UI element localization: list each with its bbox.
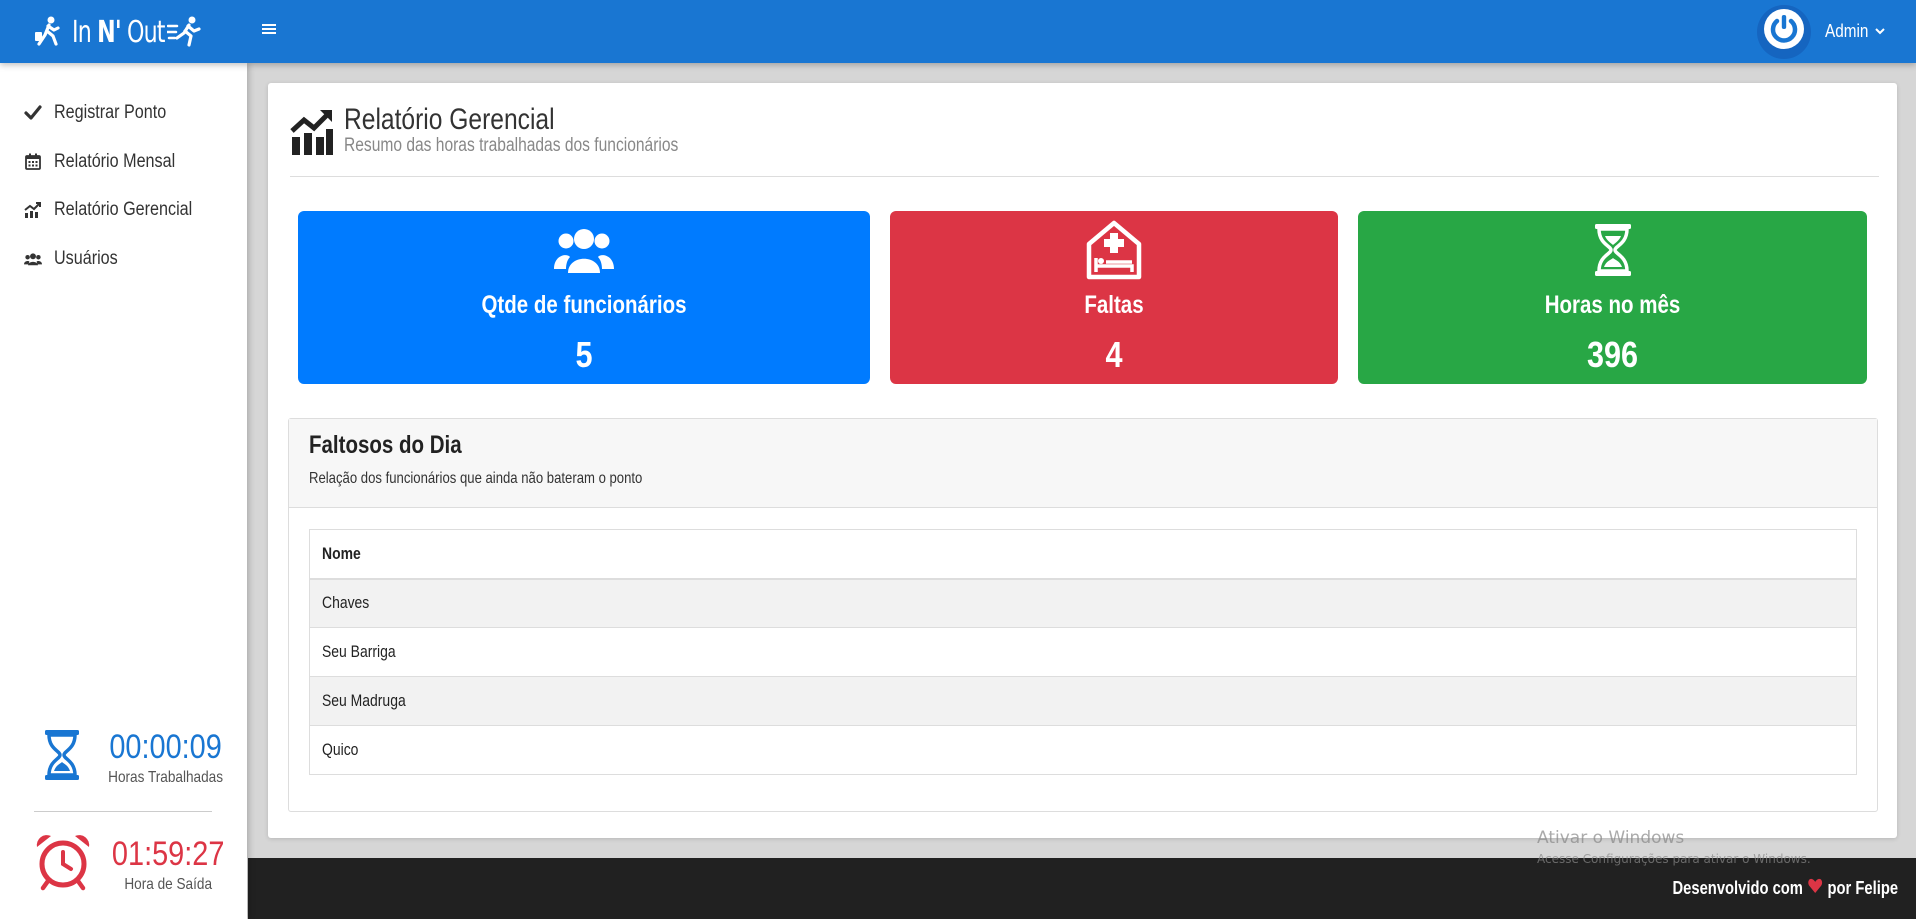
monthly-hours-title: Horas no mês [1544, 291, 1681, 319]
absentees-panel: Faltosos do Dia Relação dos funcionários… [288, 418, 1878, 812]
divider [34, 811, 212, 812]
employees-count-card: Qtde de funcionários 5 [298, 211, 870, 384]
employees-count-title: Qtde de funcionários [481, 291, 687, 319]
sidebar-item-relatorio-mensal[interactable]: Relatório Mensal [0, 138, 247, 187]
worked-hours-label: Horas Trabalhadas [108, 769, 224, 786]
brand-bold: N' [97, 14, 121, 50]
footer-text-after: por Felipe [1827, 878, 1898, 898]
table-row: Seu Barriga [309, 627, 1857, 677]
column-header-nome: Nome [309, 529, 1857, 580]
absences-title: Faltas [1084, 291, 1144, 319]
users-icon [24, 250, 42, 268]
table-row: Quico [309, 725, 1857, 775]
hourglass-icon [44, 729, 80, 786]
table-cell: Quico [309, 725, 1857, 775]
footer-text-before: Desenvolvido com [1672, 878, 1803, 898]
absentees-subtitle: Relação dos funcionários que ainda não b… [309, 470, 643, 487]
users-icon [298, 221, 870, 279]
sidebar-item-label: Relatório Gerencial [54, 199, 193, 221]
hourglass-icon [1358, 221, 1867, 279]
table-cell: Seu Madruga [309, 676, 1857, 726]
brand-prefix: In [72, 14, 98, 50]
sidebar-item-label: Registrar Ponto [54, 102, 167, 124]
employee-name: Chaves [322, 593, 370, 613]
sidebar-nav: Registrar Ponto Relatório Mensal Relatór… [0, 63, 247, 283]
footer-credit: Desenvolvido com por Felipe [1672, 878, 1898, 899]
sidebar-item-registrar-ponto[interactable]: Registrar Ponto [0, 89, 247, 138]
chevron-down-icon[interactable] [1874, 23, 1886, 41]
exit-time-value: 01:59:27 [111, 835, 225, 873]
chart-line-icon [290, 107, 334, 160]
power-icon [1763, 8, 1805, 55]
hamburger-icon [262, 23, 276, 40]
table-row: Chaves [309, 578, 1857, 628]
alarm-clock-icon [34, 833, 92, 896]
check-icon [24, 104, 42, 122]
page-title: Relatório Gerencial [344, 103, 555, 136]
table-row: Seu Madruga [309, 676, 1857, 726]
worked-hours-timer: 00:00:09 Horas Trabalhadas [44, 728, 233, 787]
table-cell: Seu Barriga [309, 627, 1857, 677]
heart-icon [1808, 878, 1823, 899]
calendar-icon [24, 153, 42, 171]
sidebar-item-relatorio-gerencial[interactable]: Relatório Gerencial [0, 186, 247, 235]
user-menu[interactable]: Admin [1757, 0, 1916, 63]
chart-line-icon [24, 201, 42, 219]
monthly-hours-card: Horas no mês 396 [1358, 211, 1867, 384]
employee-name: Seu Madruga [322, 691, 406, 710]
brand-logo[interactable]: In N' Out [34, 10, 201, 54]
monthly-hours-value: 396 [1586, 334, 1639, 375]
sidebar: Registrar Ponto Relatório Mensal Relatór… [0, 63, 247, 919]
running-person-icon [167, 16, 201, 48]
absences-value: 4 [1105, 334, 1123, 375]
table-header-row: Nome [309, 529, 1857, 580]
avatar[interactable] [1757, 4, 1811, 59]
menu-toggle-button[interactable] [262, 22, 282, 42]
employees-count-value: 5 [575, 334, 593, 375]
absentees-header: Faltosos do Dia Relação dos funcionários… [289, 419, 1877, 508]
exit-time-label: Hora de Saída [124, 876, 213, 893]
absentees-title: Faltosos do Dia [309, 431, 462, 459]
employee-name: Quico [322, 740, 359, 759]
brand-text: In N' Out [72, 15, 165, 50]
sidebar-item-label: Usuários [54, 247, 118, 269]
walking-person-icon [34, 16, 64, 48]
page-subtitle: Resumo das horas trabalhadas dos funcion… [344, 135, 679, 156]
user-name[interactable]: Admin [1825, 21, 1868, 42]
table-cell: Chaves [309, 578, 1857, 628]
column-header-label: Nome [322, 543, 361, 563]
main-content: Relatório Gerencial Resumo das horas tra… [268, 83, 1897, 838]
employee-name: Seu Barriga [322, 642, 396, 661]
absentees-table: Nome Chaves Seu Barriga Seu Madruga Quic… [309, 529, 1857, 775]
absences-card: Faltas 4 [890, 211, 1338, 384]
brand-suffix: Out [120, 14, 165, 50]
footer: Desenvolvido com por Felipe [248, 858, 1916, 919]
top-header: In N' Out Admin [0, 0, 1916, 63]
exit-time-timer: 01:59:27 Hora de Saída [34, 833, 234, 896]
sidebar-item-label: Relatório Mensal [54, 150, 176, 172]
clinic-icon [890, 220, 1338, 280]
worked-hours-value: 00:00:09 [109, 728, 222, 766]
sidebar-item-usuarios[interactable]: Usuários [0, 235, 247, 284]
page-header: Relatório Gerencial Resumo das horas tra… [290, 103, 1879, 177]
